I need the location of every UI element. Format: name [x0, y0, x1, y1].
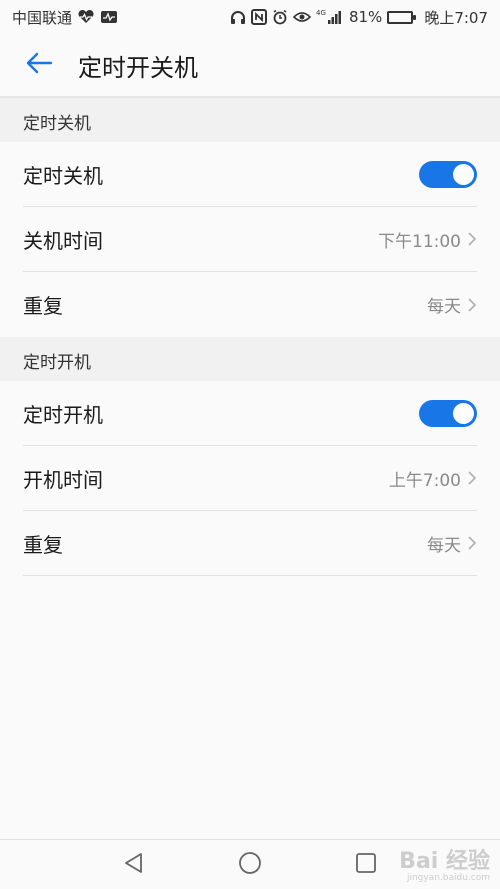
nav-back-button[interactable]: [119, 850, 149, 880]
watermark-subtext: jingyan.baidu.com: [406, 873, 490, 883]
headset-icon: [230, 10, 246, 25]
nav-home-button[interactable]: [235, 850, 265, 880]
chevron-right-icon: [467, 297, 477, 313]
home-circle-icon: [238, 851, 262, 879]
clock-time: 晚上7:07: [424, 8, 488, 27]
status-bar-right: 4G 81% 晚上7:07: [230, 7, 488, 28]
back-button[interactable]: [22, 48, 56, 82]
shutdown-time-row[interactable]: 关机时间 下午11:00: [23, 207, 477, 272]
row-label: 定时关机: [23, 163, 103, 188]
section-header-startup: 定时开机: [0, 337, 500, 381]
watermark-text: Bai 经验: [399, 849, 490, 874]
app-bar: 定时开关机: [0, 34, 500, 98]
row-label: 定时开机: [23, 402, 103, 427]
page-title: 定时开关机: [78, 53, 198, 82]
status-bar: 中国联通 4G 81% 晚上7:07: [0, 0, 500, 34]
section-header-shutdown: 定时关机: [0, 98, 500, 142]
shutdown-repeat-value: 每天: [427, 297, 461, 317]
row-right: 上午7:00: [389, 466, 477, 491]
back-triangle-icon: [123, 852, 145, 878]
battery-icon: [387, 10, 417, 24]
row-label: 开机时间: [23, 467, 103, 492]
carrier-name: 中国联通: [12, 8, 73, 27]
startup-time-value: 上午7:00: [388, 470, 461, 491]
signal-icon: 4G: [316, 9, 344, 25]
activity-icon: [100, 10, 118, 24]
chevron-right-icon: [467, 535, 477, 551]
nfc-icon: [250, 9, 267, 25]
nav-recents-button[interactable]: [351, 850, 381, 880]
startup-repeat-value: 每天: [427, 535, 461, 556]
shutdown-time-value: 下午11:00: [378, 231, 461, 252]
heart-rate-icon: [77, 10, 95, 24]
row-right: 每天: [427, 531, 477, 556]
eye-icon: [292, 11, 311, 23]
row-label: 重复: [23, 294, 63, 318]
startup-time-row[interactable]: 开机时间 上午7:00: [23, 446, 477, 511]
alarm-icon: [272, 9, 288, 25]
row-right: 下午11:00: [378, 227, 477, 252]
shutdown-toggle-switch[interactable]: [419, 160, 477, 188]
row-label: 重复: [23, 532, 63, 557]
toggle-knob: [453, 163, 474, 185]
shutdown-repeat-row[interactable]: 重复 每天: [23, 272, 477, 337]
arrow-left-icon: [25, 51, 53, 79]
startup-toggle-switch[interactable]: [419, 399, 477, 427]
status-bar-left: 中国联通: [12, 7, 118, 28]
row-right: 每天: [427, 292, 477, 317]
startup-repeat-row[interactable]: 重复 每天: [23, 511, 477, 576]
battery-percent: 81%: [348, 8, 383, 26]
recents-square-icon: [355, 852, 377, 878]
watermark: Bai 经验 jingyan.baidu.com: [399, 843, 490, 883]
chevron-right-icon: [467, 470, 477, 486]
row-label: 关机时间: [23, 228, 103, 253]
network-type-label: 4G: [316, 9, 326, 17]
chevron-right-icon: [467, 231, 477, 247]
startup-toggle-row[interactable]: 定时开机: [23, 381, 477, 446]
toggle-knob: [453, 402, 474, 424]
shutdown-toggle-row[interactable]: 定时关机: [23, 142, 477, 207]
